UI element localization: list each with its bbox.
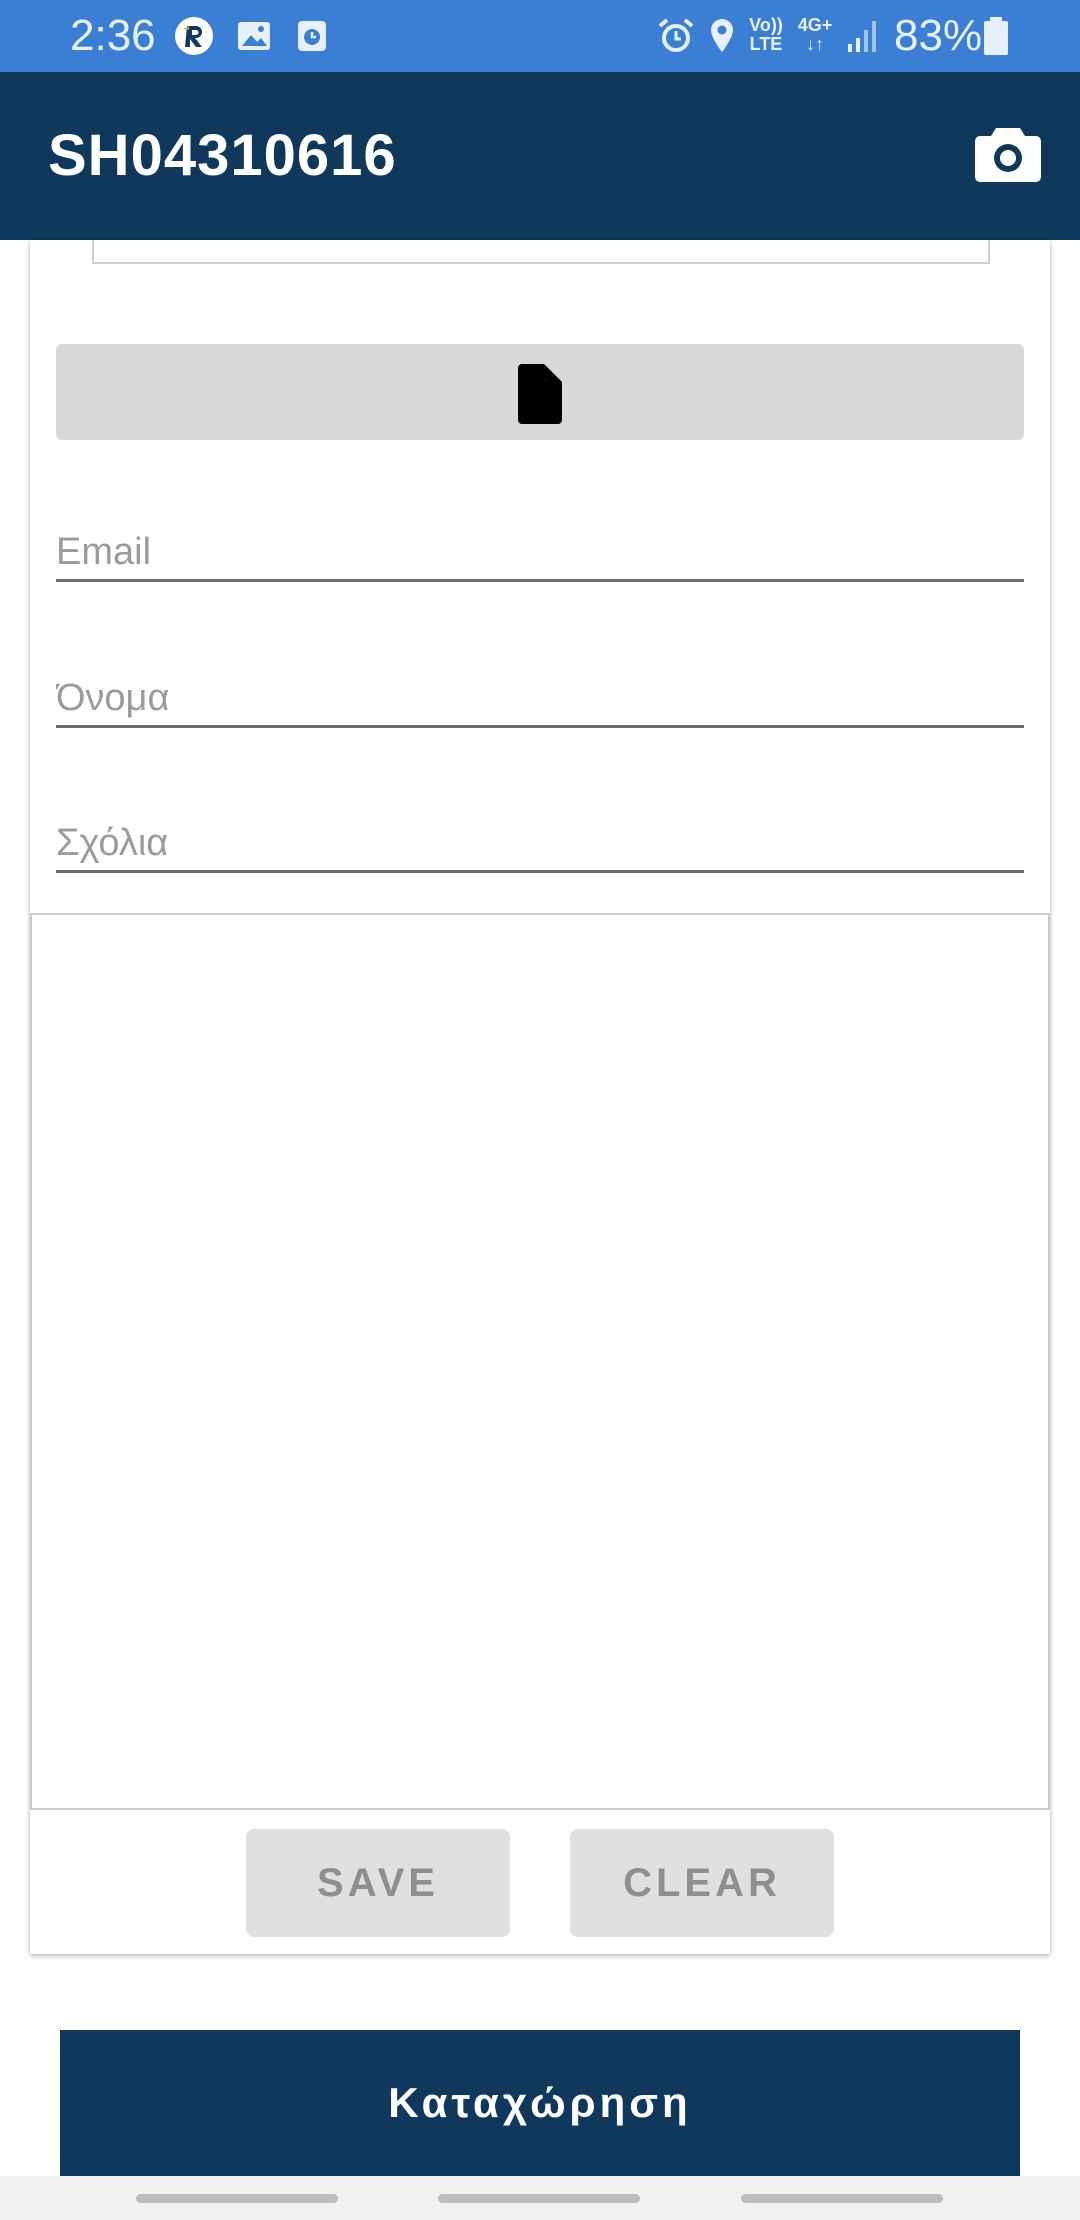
- status-time: 2:36: [70, 11, 156, 60]
- signature-pad[interactable]: [30, 913, 1050, 1810]
- page-title: SH04310616: [48, 123, 397, 188]
- location-icon: [702, 16, 742, 56]
- battery-icon: [978, 16, 1014, 56]
- camera-button[interactable]: [974, 124, 1042, 184]
- volte-line2: LTE: [749, 34, 783, 54]
- name-field[interactable]: [56, 658, 1024, 728]
- attach-file-button[interactable]: [56, 344, 1024, 440]
- previous-field-box: [92, 240, 990, 264]
- status-bar: 2:36 Vo)) LTE 4G+ ↓↑ 83%: [0, 0, 1080, 72]
- comments-input[interactable]: [56, 803, 1024, 870]
- network-line1: 4G+: [797, 15, 833, 35]
- network-type-indicator: 4G+ ↓↑: [797, 16, 833, 54]
- clear-button[interactable]: CLEAR: [570, 1829, 834, 1937]
- network-line2: ↓↑: [806, 34, 824, 54]
- name-input[interactable]: [56, 658, 1024, 725]
- nav-back-handle[interactable]: [741, 2194, 943, 2203]
- gallery-icon: [234, 16, 274, 56]
- save-button[interactable]: SAVE: [246, 1829, 510, 1937]
- comments-field[interactable]: [56, 803, 1024, 873]
- email-input[interactable]: [56, 512, 1024, 579]
- nav-recents-handle[interactable]: [136, 2194, 338, 2203]
- file-icon: [514, 364, 566, 424]
- email-field[interactable]: [56, 512, 1024, 582]
- volte-line1: Vo)): [749, 15, 783, 35]
- alarm-icon: [656, 16, 696, 56]
- signal-icon: [844, 16, 884, 56]
- submit-button[interactable]: Καταχώρηση: [60, 2030, 1020, 2176]
- app-bar: SH04310616: [0, 72, 1080, 240]
- clock-app-icon: [292, 16, 332, 56]
- app-r-icon: [174, 16, 214, 56]
- camera-icon: [975, 128, 1041, 182]
- nav-home-handle[interactable]: [438, 2194, 640, 2203]
- navigation-bar: [0, 2176, 1080, 2220]
- battery-percent: 83%: [894, 11, 983, 60]
- form-card: SAVE CLEAR: [30, 240, 1050, 1954]
- volte-indicator: Vo)) LTE: [746, 16, 786, 54]
